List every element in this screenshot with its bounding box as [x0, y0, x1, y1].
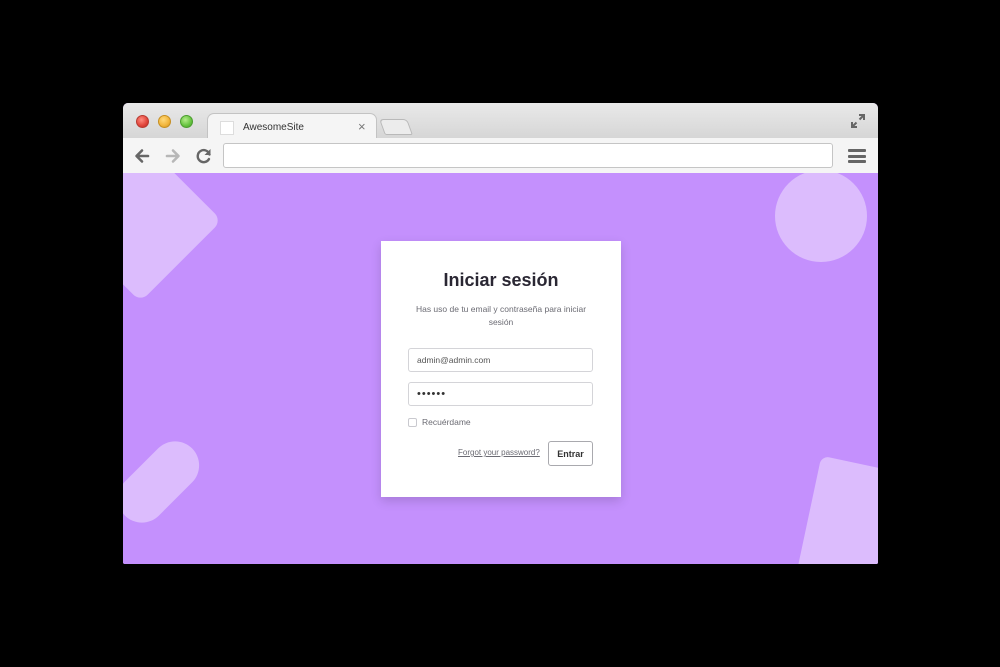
browser-tab[interactable]: AwesomeSite ×	[207, 113, 377, 140]
remember-checkbox[interactable]	[408, 417, 417, 427]
expand-icon[interactable]	[850, 113, 866, 129]
browser-toolbar	[123, 138, 878, 174]
decorative-square-shape	[123, 173, 222, 302]
remember-me[interactable]: Recuérdame	[408, 416, 471, 428]
decorative-pill-shape	[123, 431, 210, 533]
new-tab-button[interactable]	[379, 119, 413, 135]
page-content: Iniciar sesión Has uso de tu email y con…	[123, 173, 878, 564]
decorative-rectangle-shape	[792, 455, 878, 564]
login-title: Iniciar sesión	[443, 270, 559, 290]
window-close-button[interactable]	[136, 115, 149, 128]
remember-label: Recuérdame	[422, 417, 471, 427]
email-field[interactable]	[408, 348, 593, 372]
reload-icon[interactable]	[194, 146, 214, 166]
address-bar[interactable]	[223, 143, 833, 168]
title-bar: AwesomeSite ×	[123, 103, 878, 140]
forgot-password-link[interactable]: Forgot your password?	[458, 448, 540, 457]
tab-close-icon[interactable]: ×	[358, 119, 366, 134]
login-card: Iniciar sesión Has uso de tu email y con…	[381, 241, 621, 497]
window-minimize-button[interactable]	[158, 115, 171, 128]
favicon-icon	[220, 121, 234, 135]
browser-window: AwesomeSite × Iniciar sesión Has uso de …	[123, 103, 878, 564]
forward-arrow-icon[interactable]	[163, 146, 183, 166]
back-arrow-icon[interactable]	[132, 146, 152, 166]
window-maximize-button[interactable]	[180, 115, 193, 128]
login-subtitle: Has uso de tu email y contraseña para in…	[415, 304, 587, 327]
menu-icon[interactable]	[848, 149, 866, 163]
password-field[interactable]	[408, 382, 593, 406]
decorative-circle-shape	[775, 173, 867, 262]
submit-button[interactable]: Entrar	[548, 441, 593, 466]
tab-title: AwesomeSite	[243, 122, 304, 133]
